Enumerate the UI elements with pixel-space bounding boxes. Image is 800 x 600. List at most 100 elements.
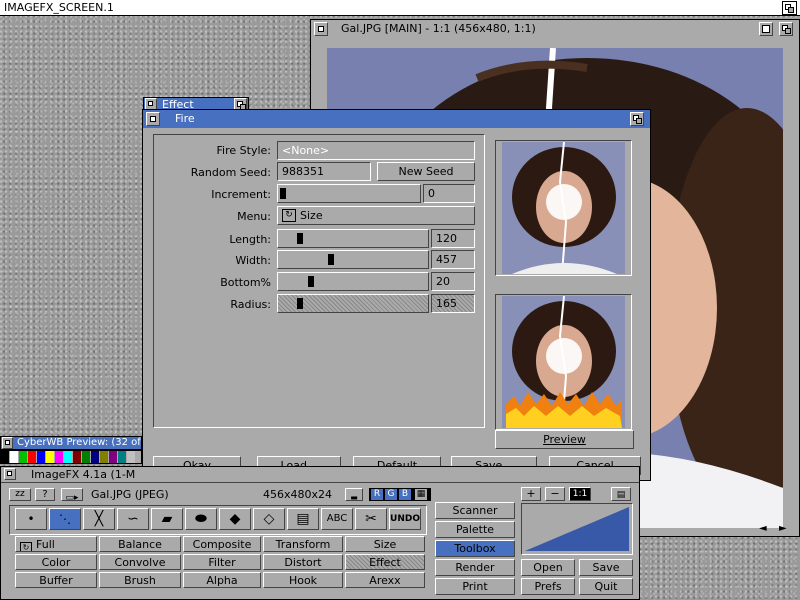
palette-swatch[interactable]: [118, 451, 126, 463]
palette-swatch[interactable]: [37, 451, 45, 463]
screen-depth-gadget[interactable]: [782, 1, 797, 15]
fire-titlebar[interactable]: Fire: [143, 110, 650, 128]
help-button[interactable]: ?: [35, 488, 55, 501]
zoom-out-button[interactable]: −: [545, 487, 565, 501]
green-channel[interactable]: G: [385, 489, 397, 500]
option-convolve[interactable]: Convolve: [99, 554, 181, 570]
increment-knob[interactable]: [280, 188, 286, 199]
quit-button[interactable]: Quit: [579, 578, 633, 595]
main-window-titlebar[interactable]: Gal.JPG [MAIN] - 1:1 (456x480, 1:1): [311, 20, 799, 38]
option-transform[interactable]: Transform: [263, 536, 343, 552]
main-depth-gadget[interactable]: [779, 22, 793, 36]
alpha-channel-icon[interactable]: ▦: [415, 489, 427, 500]
increment-value[interactable]: 0: [423, 184, 475, 203]
main-scroll-arrows[interactable]: ◄ ►: [755, 523, 799, 537]
scroll-left-arrow[interactable]: ◄: [759, 523, 767, 534]
palette-swatch[interactable]: [28, 451, 36, 463]
palette-swatch[interactable]: [55, 451, 63, 463]
screen-toggle-button[interactable]: ▤: [611, 487, 631, 501]
cyberwb-titlebar[interactable]: CyberWB Preview: (32 of: [0, 436, 142, 450]
bottom-knob[interactable]: [308, 276, 314, 287]
palette-swatch[interactable]: [46, 451, 54, 463]
clipboard-tool[interactable]: ▤: [287, 508, 319, 530]
toolbox-close-gadget[interactable]: [4, 468, 16, 480]
palette-swatch[interactable]: [10, 451, 18, 463]
random-seed-field[interactable]: 988351: [277, 162, 371, 181]
fire-close-gadget[interactable]: [146, 112, 160, 126]
rectangle-tool[interactable]: ▰: [151, 508, 183, 530]
cut-tool[interactable]: ✂: [355, 508, 387, 530]
radius-value[interactable]: 165: [431, 294, 475, 313]
ellipse-tool[interactable]: ⬬: [185, 508, 217, 530]
option-hook[interactable]: Hook: [263, 572, 343, 588]
undo-button[interactable]: UNDO: [389, 508, 421, 530]
palette-button[interactable]: Palette: [435, 521, 515, 538]
channel-menu-button[interactable]: ▬: [345, 488, 363, 501]
open-button[interactable]: Open: [521, 559, 575, 576]
width-slider[interactable]: [277, 250, 429, 269]
toolbox-button[interactable]: Toolbox: [435, 540, 515, 557]
point-tool[interactable]: •: [15, 508, 47, 530]
zoom-in-button[interactable]: +: [521, 487, 541, 501]
save-button[interactable]: Save: [579, 559, 633, 576]
option-filter[interactable]: Filter: [183, 554, 261, 570]
option-color[interactable]: Color: [15, 554, 97, 570]
scroll-right-arrow[interactable]: ►: [779, 523, 787, 534]
option-full[interactable]: ↻ Full: [15, 536, 97, 552]
increment-slider[interactable]: [277, 184, 421, 203]
buffer-swap-button[interactable]: ▭▸: [61, 488, 83, 501]
main-zoom-gadget[interactable]: [759, 22, 773, 36]
preview-button[interactable]: Preview: [495, 430, 634, 449]
freehand-tool[interactable]: ⋱: [49, 508, 81, 530]
option-arexx[interactable]: Arexx: [345, 572, 425, 588]
palette-swatch[interactable]: [82, 451, 90, 463]
new-seed-button[interactable]: New Seed: [377, 162, 475, 181]
option-size[interactable]: Size: [345, 536, 425, 552]
toolbox-titlebar[interactable]: ImageFX 4.1a (1-M: [1, 467, 639, 483]
width-value[interactable]: 457: [431, 250, 475, 269]
print-button[interactable]: Print: [435, 578, 515, 595]
fill-tool[interactable]: ◆: [219, 508, 251, 530]
cyberwb-close-gadget[interactable]: [2, 437, 13, 449]
palette-swatch[interactable]: [73, 451, 81, 463]
prefs-button[interactable]: Prefs: [521, 578, 575, 595]
palette-swatch[interactable]: [127, 451, 135, 463]
radius-knob[interactable]: [296, 298, 303, 309]
bottom-slider[interactable]: [277, 272, 429, 291]
fire-style-field[interactable]: <None>: [277, 141, 475, 160]
line-tool[interactable]: ╳: [83, 508, 115, 530]
zoom-1to1-button[interactable]: 1:1: [569, 487, 591, 501]
option-distort[interactable]: Distort: [263, 554, 343, 570]
main-close-gadget[interactable]: [314, 22, 328, 36]
option-alpha[interactable]: Alpha: [183, 572, 261, 588]
fire-depth-gadget[interactable]: [630, 112, 644, 126]
bottom-value[interactable]: 20: [431, 272, 475, 291]
sleep-button[interactable]: zz: [9, 488, 31, 501]
menu-cycle-button[interactable]: ↻ Size: [277, 206, 475, 225]
palette-swatch[interactable]: [1, 451, 9, 463]
render-button[interactable]: Render: [435, 559, 515, 576]
curve-tool[interactable]: ∽: [117, 508, 149, 530]
blue-channel[interactable]: B: [399, 489, 411, 500]
palette-swatch[interactable]: [100, 451, 108, 463]
length-value[interactable]: 120: [431, 229, 475, 248]
palette-swatch[interactable]: [19, 451, 27, 463]
palette-swatch[interactable]: [109, 451, 117, 463]
airbrush-tool[interactable]: ◇: [253, 508, 285, 530]
option-buffer[interactable]: Buffer: [15, 572, 97, 588]
length-knob[interactable]: [296, 233, 303, 244]
text-tool[interactable]: ABC: [321, 508, 353, 530]
option-brush[interactable]: Brush: [99, 572, 181, 588]
option-balance[interactable]: Balance: [99, 536, 181, 552]
option-alpha-label: Alpha: [206, 574, 238, 587]
option-composite[interactable]: Composite: [183, 536, 261, 552]
length-slider[interactable]: [277, 229, 429, 248]
fire-style-label: Fire Style:: [216, 144, 271, 157]
palette-swatch[interactable]: [64, 451, 72, 463]
radius-slider[interactable]: [277, 294, 429, 313]
palette-swatch[interactable]: [91, 451, 99, 463]
red-channel[interactable]: R: [371, 489, 383, 500]
option-effect[interactable]: Effect: [345, 554, 425, 570]
scanner-button[interactable]: Scanner: [435, 502, 515, 519]
width-knob[interactable]: [327, 254, 334, 265]
